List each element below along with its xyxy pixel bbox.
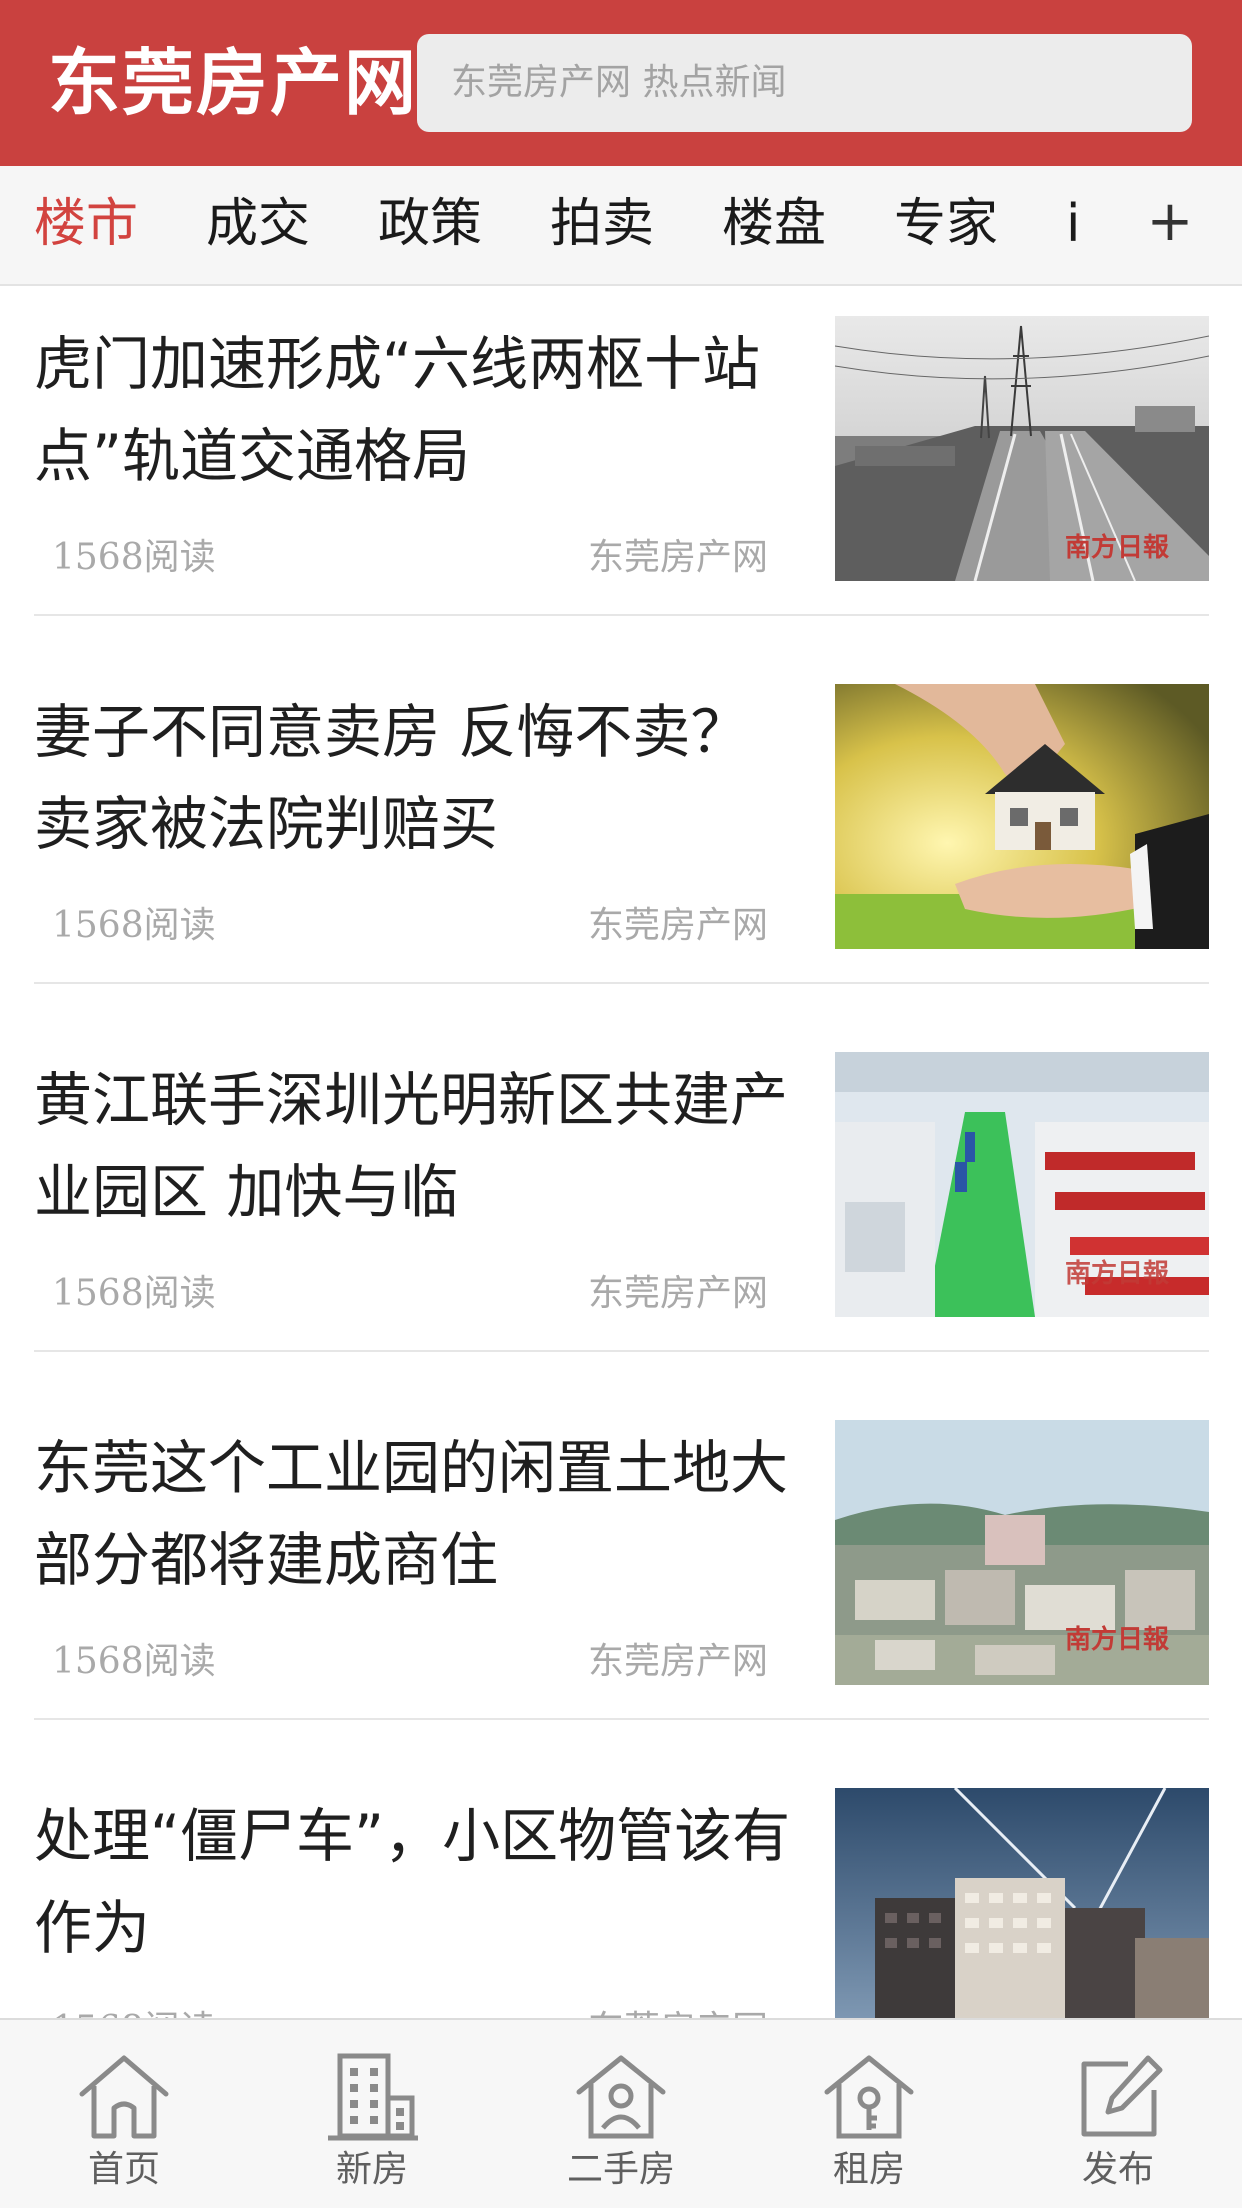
svg-text:南方日報: 南方日報 [1065, 1258, 1170, 1289]
divider [34, 614, 1209, 616]
nav-second-hand[interactable]: 二手房 [521, 2020, 721, 2208]
divider [34, 1718, 1209, 1720]
article-source: 东莞房产网 [588, 1273, 769, 1314]
article-thumbnail[interactable]: 南方日報 [835, 1052, 1209, 1317]
home-icon [79, 2055, 169, 2139]
search-input[interactable]: 东莞房产网 热点新闻 [417, 34, 1192, 132]
nav-new-house[interactable]: 新房 [272, 2020, 472, 2208]
nav-label: 新房 [335, 2149, 408, 2190]
search-placeholder: 东莞房产网 热点新闻 [451, 62, 787, 103]
tab-paimai[interactable]: 拍卖 [550, 166, 654, 282]
add-tab-button[interactable]: + [1140, 166, 1200, 278]
article-source: 东莞房产网 [588, 537, 769, 578]
article-title[interactable]: 妻子不同意卖房 反悔不卖？卖家被法院判赔买 [34, 686, 804, 870]
bottom-nav: 首页 新房 二手房 租房 发布 [0, 2018, 1242, 2208]
tab-loupan[interactable]: 楼盘 [722, 166, 826, 282]
article-title[interactable]: 处理“僵尸车”，小区物管该有作为 [34, 1790, 804, 1974]
read-count: 1568阅读 [52, 1641, 216, 1682]
house-in-hands-photo [835, 684, 1209, 949]
read-count: 1568阅读 [52, 2008, 216, 2018]
category-tabs: 楼市 成交 政策 拍卖 楼盘 专家 i + [0, 166, 1242, 286]
nav-label: 租房 [832, 2149, 905, 2190]
tab-zhuanjia[interactable]: 专家 [894, 166, 998, 282]
article-source: 东莞房产网 [588, 905, 769, 946]
highway-photo: 南方日報 [835, 316, 1209, 581]
read-count: 1568阅读 [52, 905, 216, 946]
article-item[interactable]: 黄江联手深圳光明新区共建产业园区 加快与临 1568阅读 东莞房产网 南方日報 [0, 1024, 1242, 1392]
read-count: 1568阅读 [52, 1273, 216, 1314]
building-icon [328, 2053, 418, 2141]
nav-publish[interactable]: 发布 [1018, 2020, 1218, 2208]
article-list[interactable]: 虎门加速形成“六线两枢十站点”轨道交通格局 1568阅读 东莞房产网 南方日報 … [0, 288, 1242, 2018]
edit-icon [1081, 2055, 1163, 2137]
app-header: 东莞房产网 东莞房产网 热点新闻 [0, 0, 1242, 166]
tab-loushi[interactable]: 楼市 [34, 166, 138, 282]
divider [34, 1350, 1209, 1352]
svg-text:南方日報: 南方日報 [1065, 532, 1170, 563]
nav-rent[interactable]: 租房 [769, 2020, 969, 2208]
article-thumbnail[interactable] [835, 1788, 1209, 2018]
article-title[interactable]: 黄江联手深圳光明新区共建产业园区 加快与临 [34, 1054, 804, 1238]
article-item[interactable]: 虎门加速形成“六线两枢十站点”轨道交通格局 1568阅读 东莞房产网 南方日報 [0, 288, 1242, 656]
nav-label: 首页 [87, 2149, 160, 2190]
article-source: 东莞房产网 [588, 1641, 769, 1682]
article-thumbnail[interactable]: 南方日報 [835, 316, 1209, 581]
read-count: 1568阅读 [52, 537, 216, 578]
article-source: 东莞房产网 [588, 2008, 768, 2018]
tab-chengjiao[interactable]: 成交 [206, 166, 310, 282]
svg-text:南方日報: 南方日報 [1065, 1624, 1170, 1655]
building-photo [835, 1788, 1209, 2018]
city-aerial-photo: 南方日報 [835, 1420, 1209, 1685]
divider [34, 982, 1209, 984]
tab-zhengce[interactable]: 政策 [378, 166, 482, 282]
article-item[interactable]: 妻子不同意卖房 反悔不卖？卖家被法院判赔买 1568阅读 东莞房产网 [0, 656, 1242, 1024]
second-hand-house-icon [576, 2055, 666, 2139]
article-title[interactable]: 虎门加速形成“六线两枢十站点”轨道交通格局 [34, 318, 804, 502]
article-item[interactable]: 东莞这个工业园的闲置土地大部分都将建成商住 1568阅读 东莞房产网 南方日報 [0, 1392, 1242, 1760]
rent-house-icon [824, 2055, 914, 2139]
article-thumbnail[interactable]: 南方日報 [835, 1420, 1209, 1685]
factory-photo: 南方日報 [835, 1052, 1209, 1317]
article-thumbnail[interactable] [835, 684, 1209, 949]
article-title[interactable]: 东莞这个工业园的闲置土地大部分都将建成商住 [34, 1422, 804, 1606]
nav-label: 发布 [1081, 2149, 1154, 2190]
nav-home[interactable]: 首页 [24, 2020, 224, 2208]
article-item[interactable]: 处理“僵尸车”，小区物管该有作为 1568阅读 东莞房产网 [0, 1760, 1242, 2018]
tab-partial[interactable]: i [1066, 166, 1080, 282]
nav-label: 二手房 [566, 2149, 675, 2190]
site-logo[interactable]: 东莞房产网 [48, 38, 418, 128]
